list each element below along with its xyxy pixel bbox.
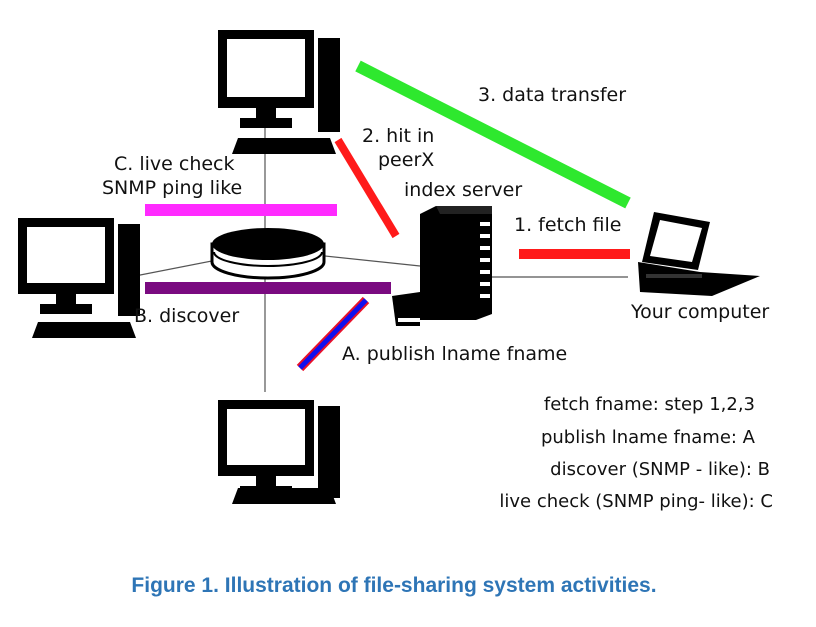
index-server-label: index server <box>404 179 522 201</box>
desktop-computer-icon <box>18 218 140 338</box>
diagram-canvas: 3. data transfer 2. hit in peerX index s… <box>18 30 773 597</box>
live-check-bar <box>145 204 337 216</box>
discover-bar <box>145 282 391 294</box>
desktop-computer-icon <box>218 30 340 154</box>
hit-label-line1: 2. hit in <box>362 125 434 147</box>
desktop-computer-icon <box>218 400 340 504</box>
figure-caption: Figure 1. Illustration of file-sharing s… <box>131 574 656 597</box>
server-tower-icon <box>392 206 492 326</box>
legend: fetch fname: step 1,2,3 publish lname fn… <box>499 394 773 512</box>
laptop-icon <box>638 212 760 296</box>
live-check-label-line2: SNMP ping like <box>102 177 242 199</box>
your-computer-label: Your computer <box>630 301 769 323</box>
fetch-file-label: 1. fetch file <box>514 214 621 236</box>
discover-label: B. discover <box>134 305 239 327</box>
live-check-label-line1: C. live check <box>114 153 235 175</box>
publish-label: A. publish lname fname <box>342 343 567 365</box>
data-transfer-label: 3. data transfer <box>478 84 626 106</box>
disk-icon <box>210 228 326 280</box>
legend-item: publish lname fname: A <box>541 427 756 448</box>
legend-item: fetch fname: step 1,2,3 <box>544 394 755 415</box>
hit-label-line2: peerX <box>378 149 434 171</box>
legend-item: live check (SNMP ping- like): C <box>499 491 773 512</box>
legend-item: discover (SNMP - like): B <box>550 459 770 480</box>
